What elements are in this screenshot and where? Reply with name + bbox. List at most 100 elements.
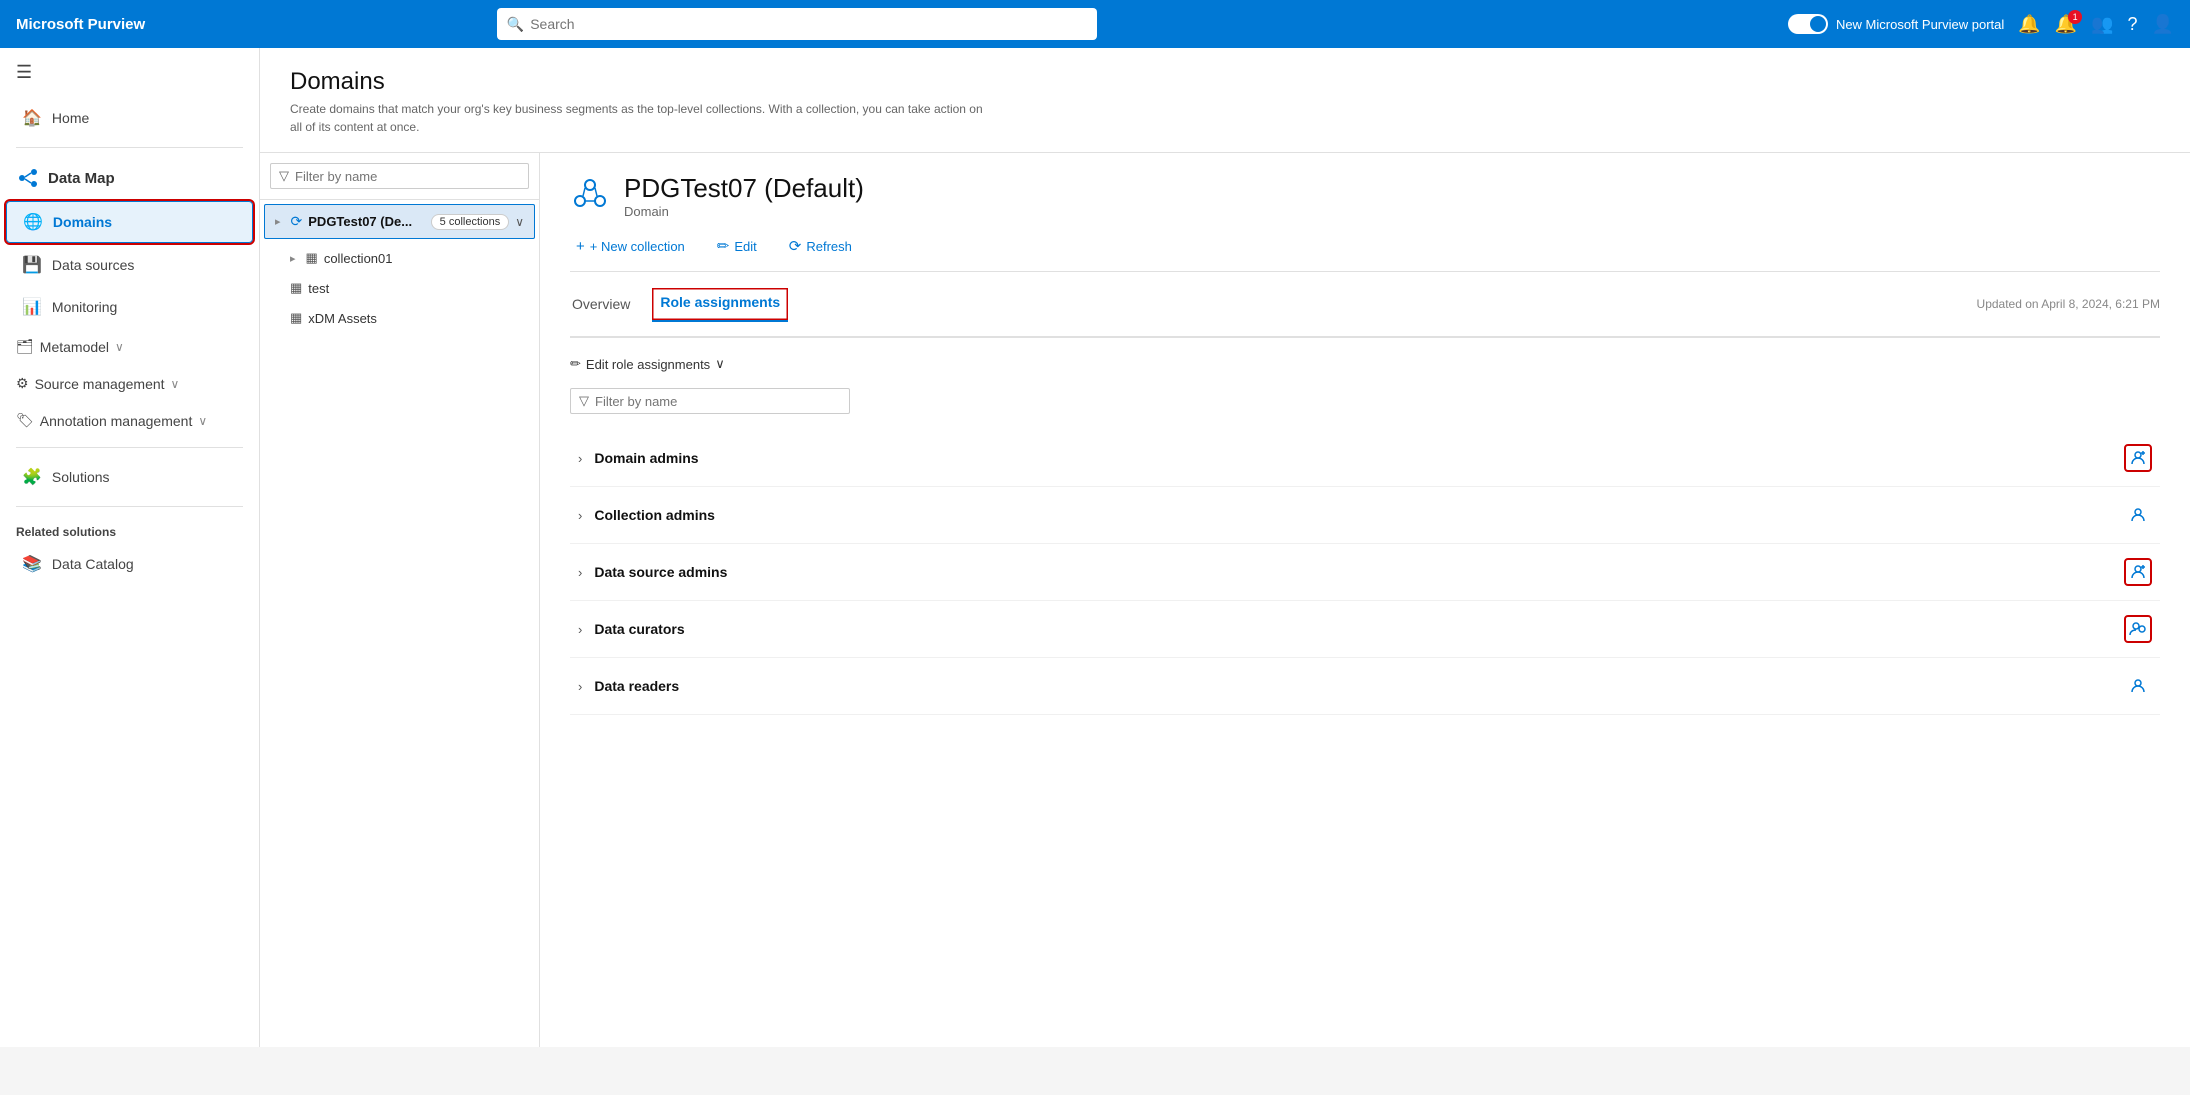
sub-chevron-1: ▸ <box>290 252 296 265</box>
user-icon[interactable]: 👤 <box>2152 14 2174 35</box>
subcoll-icon-3: ▦ <box>290 310 302 326</box>
left-panel: ▽ ▸ ⟳ PDGTest07 (De... 5 collections ∨ ▸… <box>260 153 540 1047</box>
domain-title: PDGTest07 (Default) <box>624 173 864 204</box>
domain-icon-wrap <box>570 173 610 213</box>
sidebar-item-data-catalog[interactable]: 📚 Data Catalog <box>6 544 253 584</box>
root-collection-name: PDGTest07 (De... <box>308 214 424 229</box>
role-name-data-source-admins: Data source admins <box>594 564 2112 580</box>
sidebar-item-source-management[interactable]: ⚙ Source management ∨ <box>0 365 259 402</box>
sidebar-divider-2 <box>16 447 243 448</box>
role-name-data-curators: Data curators <box>594 621 2112 637</box>
sidebar-item-domains[interactable]: 🌐 Domains <box>6 201 253 243</box>
layout: ☰ 🏠 Home Data Map 🌐 Domains 💾 Data sourc… <box>0 48 2190 1047</box>
role-chevron-collection-admins: › <box>578 508 582 523</box>
sidebar-datacatalog-label: Data Catalog <box>52 556 134 572</box>
role-row-collection-admins[interactable]: › Collection admins <box>570 487 2160 544</box>
data-curators-add-icon[interactable] <box>2124 615 2152 643</box>
role-filter-bar[interactable]: ▽ <box>570 388 850 414</box>
domain-admins-add-icon[interactable] <box>2124 444 2152 472</box>
search-bar[interactable]: 🔍 <box>497 8 1097 40</box>
collection-admins-user-icon <box>2124 501 2152 529</box>
role-filter-input[interactable] <box>595 394 841 409</box>
help-icon[interactable]: ? <box>2128 14 2138 35</box>
filter-icon: ▽ <box>279 168 289 184</box>
data-sources-icon: 💾 <box>22 255 42 275</box>
portal-toggle[interactable]: New Microsoft Purview portal <box>1788 14 2004 34</box>
role-row-domain-admins[interactable]: › Domain admins <box>570 430 2160 487</box>
collection-root-item[interactable]: ▸ ⟳ PDGTest07 (De... 5 collections ∨ <box>264 204 535 239</box>
share-icon[interactable]: 👥 <box>2091 14 2113 35</box>
alerts-icon[interactable]: 🔔 1 <box>2055 14 2077 35</box>
subcoll-icon-1: ▦ <box>306 250 318 266</box>
sidebar-sourcemgmt-label: Source management <box>35 376 165 392</box>
solutions-icon: 🧩 <box>22 467 42 487</box>
sidebar-item-home[interactable]: 🏠 Home <box>6 98 253 138</box>
metamodel-chevron: ∨ <box>115 340 124 354</box>
sidebar-item-monitoring[interactable]: 📊 Monitoring <box>6 287 253 327</box>
sidebar-item-metamodel[interactable]: 🗂 Metamodel ∨ <box>0 328 259 365</box>
sub-collection-xdm[interactable]: ▦ xDM Assets <box>260 303 539 333</box>
metamodel-icon: 🗂 <box>16 338 34 355</box>
sidebar-domains-label: Domains <box>53 214 112 230</box>
sidebar-datasources-label: Data sources <box>52 257 134 273</box>
content-area: ▽ ▸ ⟳ PDGTest07 (De... 5 collections ∨ ▸… <box>260 153 2190 1047</box>
annotation-icon: 🏷 <box>16 412 34 429</box>
subcoll-icon-2: ▦ <box>290 280 302 296</box>
edit-role-label: Edit role assignments <box>586 357 710 372</box>
tab-updated-text: Updated on April 8, 2024, 6:21 PM <box>1977 297 2160 311</box>
page-header: Domains Create domains that match your o… <box>260 48 2190 153</box>
sidebar-item-annotation-management[interactable]: 🏷 Annotation management ∨ <box>0 402 259 439</box>
edit-pencil-icon: ✏ <box>570 356 581 372</box>
toggle-track[interactable] <box>1788 14 1828 34</box>
toggle-thumb <box>1810 16 1826 32</box>
alert-badge: 1 <box>2068 10 2082 24</box>
sourcemgmt-chevron: ∨ <box>171 377 180 391</box>
edit-button[interactable]: ✏ Edit <box>711 233 763 259</box>
new-collection-label: + New collection <box>590 239 685 254</box>
sidebar: ☰ 🏠 Home Data Map 🌐 Domains 💾 Data sourc… <box>0 48 260 1047</box>
data-source-admins-add-icon[interactable] <box>2124 558 2152 586</box>
right-panel: PDGTest07 (Default) Domain + + New colle… <box>540 153 2190 1047</box>
toolbar: + + New collection ✏ Edit ⟳ Refresh <box>570 233 2160 272</box>
toggle-label: New Microsoft Purview portal <box>1836 17 2004 32</box>
related-solutions-label: Related solutions <box>0 515 259 543</box>
refresh-label: Refresh <box>806 239 852 254</box>
new-collection-button[interactable]: + + New collection <box>570 234 691 259</box>
topnav-right: New Microsoft Purview portal 🔔 🔔 1 👥 ? 👤 <box>1788 14 2174 35</box>
domains-icon: 🌐 <box>23 212 43 232</box>
role-row-data-readers[interactable]: › Data readers <box>570 658 2160 715</box>
sidebar-solutions-label: Solutions <box>52 469 110 485</box>
sub-collection-collection01[interactable]: ▸ ▦ collection01 <box>260 243 539 273</box>
sub-coll-name-2: test <box>308 281 329 296</box>
sub-collection-test[interactable]: ▦ test <box>260 273 539 303</box>
sidebar-item-data-sources[interactable]: 💾 Data sources <box>6 245 253 285</box>
sidebar-metamodel-label: Metamodel <box>40 339 109 355</box>
source-mgmt-icon: ⚙ <box>16 375 29 392</box>
role-row-data-curators[interactable]: › Data curators <box>570 601 2160 658</box>
role-name-domain-admins: Domain admins <box>594 450 2112 466</box>
search-input[interactable] <box>530 16 1087 32</box>
refresh-icon: ⟳ <box>789 237 802 255</box>
domain-type: Domain <box>624 204 864 219</box>
filter-input-wrap[interactable]: ▽ <box>270 163 529 189</box>
filter-bar: ▽ <box>260 153 539 200</box>
hamburger-button[interactable]: ☰ <box>0 48 259 97</box>
data-catalog-icon: 📚 <box>22 554 42 574</box>
domain-icon <box>572 175 608 211</box>
data-map-label: Data Map <box>48 170 115 187</box>
filter-input[interactable] <box>295 169 520 184</box>
notifications-icon[interactable]: 🔔 <box>2018 14 2040 35</box>
sidebar-annotation-label: Annotation management <box>40 413 193 429</box>
sidebar-home-label: Home <box>52 110 89 126</box>
sidebar-item-solutions[interactable]: 🧩 Solutions <box>6 457 253 497</box>
tab-overview[interactable]: Overview <box>570 288 632 322</box>
page-subtitle: Create domains that match your org's key… <box>290 100 990 136</box>
role-chevron-data-curators: › <box>578 622 582 637</box>
role-row-data-source-admins[interactable]: › Data source admins <box>570 544 2160 601</box>
tab-role-label: Role assignments <box>660 294 780 310</box>
refresh-button[interactable]: ⟳ Refresh <box>783 233 858 259</box>
role-name-data-readers: Data readers <box>594 678 2112 694</box>
tab-role-assignments[interactable]: Role assignments <box>652 288 788 322</box>
edit-role-assignments-button[interactable]: ✏ Edit role assignments ∨ <box>570 354 725 374</box>
tabs: Overview Role assignments <box>570 288 1977 320</box>
